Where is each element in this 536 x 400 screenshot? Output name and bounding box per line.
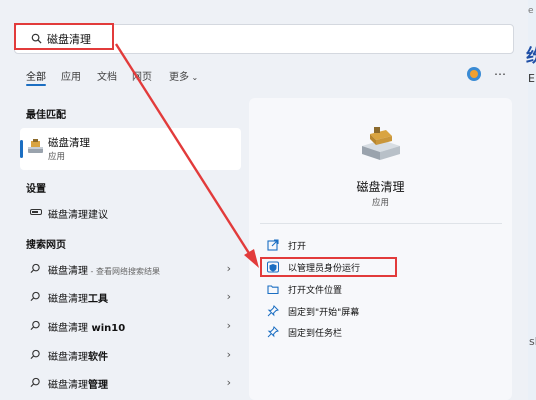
run-as-admin-highlight-box <box>260 257 397 277</box>
divider <box>260 223 502 224</box>
chevron-down-icon: ⌄ <box>189 73 199 82</box>
action-label: 打开文件位置 <box>288 286 343 296</box>
background-text: e <box>528 6 534 16</box>
web-result-main: 磁盘清理 <box>48 380 88 391</box>
background-text: E <box>528 72 535 85</box>
pin-icon <box>267 305 279 317</box>
best-match-subtitle: 应用 <box>48 152 66 162</box>
chevron-right-icon: › <box>226 348 231 361</box>
search-icon <box>30 320 40 331</box>
background-text: sk <box>529 335 536 348</box>
tab-more[interactable]: 更多 ⌄ <box>169 68 198 83</box>
pin-icon <box>267 326 279 338</box>
search-icon <box>30 349 40 360</box>
web-result-main: 磁盘清理 <box>48 323 88 334</box>
search-icon <box>30 263 40 274</box>
best-match-title: 磁盘清理 <box>48 137 90 149</box>
web-result-main: 磁盘清理 <box>48 294 88 305</box>
web-result-row[interactable]: 磁盘清理软件 › <box>26 345 241 365</box>
best-match-heading: 最佳匹配 <box>26 110 66 121</box>
tab-web[interactable]: 网页 <box>132 68 152 83</box>
search-icon <box>30 291 40 302</box>
search-highlight-box <box>14 23 114 50</box>
tab-all[interactable]: 全部 <box>26 68 46 83</box>
disk-cleanup-icon <box>362 127 400 160</box>
settings-item[interactable]: 磁盘清理建议 <box>26 203 241 223</box>
web-result-row[interactable]: 磁盘清理管理 › <box>26 373 241 393</box>
detail-title: 磁盘清理 <box>356 180 405 194</box>
web-result-extra: 工具 <box>88 294 108 305</box>
web-result-row[interactable]: 磁盘清理工具 › <box>26 287 241 307</box>
web-result-extra: 软件 <box>88 352 108 363</box>
settings-item-rest: 建议 <box>88 210 108 221</box>
tab-apps[interactable]: 应用 <box>61 68 81 83</box>
tab-documents[interactable]: 文档 <box>97 68 117 83</box>
background-text: 纷 <box>526 46 536 67</box>
avatar[interactable] <box>467 67 481 81</box>
active-tab-indicator <box>26 84 46 86</box>
web-search-heading: 搜索网页 <box>26 240 66 251</box>
web-result-extra: 管理 <box>88 380 108 391</box>
chevron-right-icon: › <box>226 290 231 303</box>
chevron-right-icon: › <box>226 376 231 389</box>
settings-item-bold: 磁盘清理 <box>48 210 88 221</box>
open-icon <box>267 239 279 251</box>
action-label: 打开 <box>288 242 307 252</box>
web-result-extra: - 查看网络搜索结果 <box>88 267 160 276</box>
more-options-icon[interactable]: ⋯ <box>494 67 506 81</box>
web-result-main: 磁盘清理 <box>48 266 88 277</box>
detail-subtitle: 应用 <box>371 198 389 208</box>
web-result-row[interactable]: 磁盘清理 win10 › <box>26 316 241 336</box>
web-result-row[interactable]: 磁盘清理 - 查看网络搜索结果 › <box>26 259 241 279</box>
tab-more-label: 更多 <box>169 72 189 83</box>
disk-cleanup-icon <box>28 139 43 153</box>
search-icon <box>30 377 40 388</box>
selection-indicator <box>20 140 23 158</box>
web-result-main: 磁盘清理 <box>48 352 88 363</box>
web-result-extra: win10 <box>88 323 126 334</box>
folder-icon <box>267 285 279 295</box>
chevron-right-icon: › <box>226 319 231 332</box>
storage-icon <box>30 209 42 215</box>
settings-heading: 设置 <box>26 184 46 195</box>
chevron-right-icon: › <box>226 262 231 275</box>
action-label: 固定到"开始"屏幕 <box>288 308 360 318</box>
action-label: 固定到任务栏 <box>288 329 343 339</box>
